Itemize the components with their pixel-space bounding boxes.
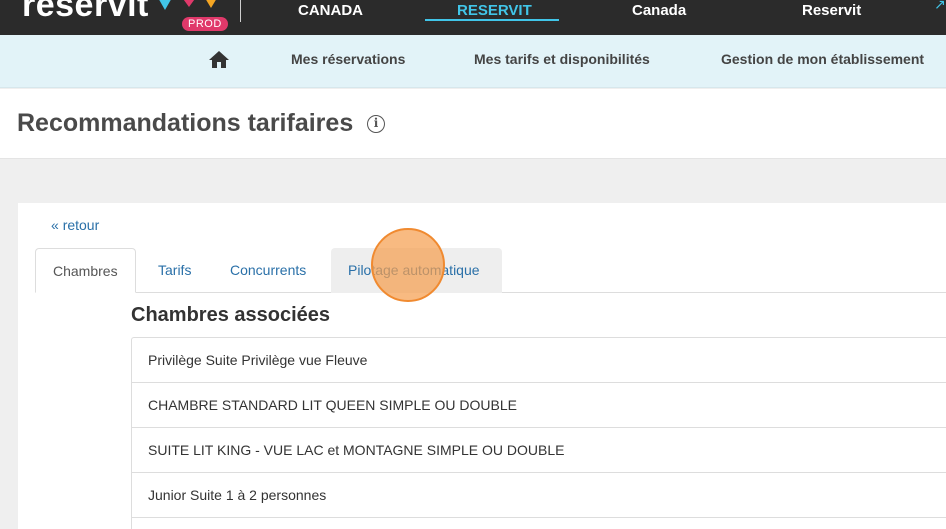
room-list: Privilège Suite Privilège vue Fleuve CHA… [131, 337, 946, 529]
list-item[interactable]: Privilège Suite Privilège vue Fleuve [131, 337, 946, 382]
list-item[interactable]: SUITE LIT KING - VUE LAC et MONTAGNE SIM… [131, 427, 946, 472]
tab-chambres[interactable]: Chambres [35, 248, 136, 293]
list-item[interactable]: CHAMBRE STANDARD LIT QUEEN SIMPLE OU DOU… [131, 382, 946, 427]
tab-tarifs[interactable]: Tarifs [141, 248, 208, 293]
nav-tarifs-disponibilites[interactable]: Mes tarifs et disponibilités [474, 51, 650, 67]
tab-concurrents[interactable]: Concurrents [213, 248, 323, 293]
active-nav-underline [425, 19, 559, 21]
list-item[interactable]: Junior Suite 1 à 2 personnes [131, 472, 946, 517]
logo-hearts-icon [159, 0, 216, 10]
nav-gestion-etablissement[interactable]: Gestion de mon établissement [721, 51, 924, 67]
arrow-icon[interactable]: ↗ [934, 0, 946, 13]
page-title: Recommandations tarifaires [17, 109, 354, 137]
prod-badge: PROD [182, 17, 228, 31]
divider [240, 0, 241, 22]
topnav-reservit-upper[interactable]: RESERVIT [457, 2, 532, 19]
click-indicator [371, 228, 445, 302]
info-icon[interactable]: i [367, 115, 385, 133]
section-title: Chambres associées [131, 304, 331, 326]
list-item[interactable] [131, 517, 946, 529]
back-label: retour [62, 217, 100, 233]
double-chevron-left-icon: « [51, 217, 59, 233]
back-link[interactable]: « retour [51, 217, 99, 233]
topnav-canada[interactable]: Canada [632, 2, 686, 19]
nav-mes-reservations[interactable]: Mes réservations [291, 51, 405, 67]
topnav-canada-upper[interactable]: CANADA [298, 2, 363, 19]
reservit-logo[interactable]: reservit [22, 0, 149, 25]
topnav-reservit[interactable]: Reservit [802, 2, 861, 19]
home-icon[interactable] [209, 51, 229, 68]
